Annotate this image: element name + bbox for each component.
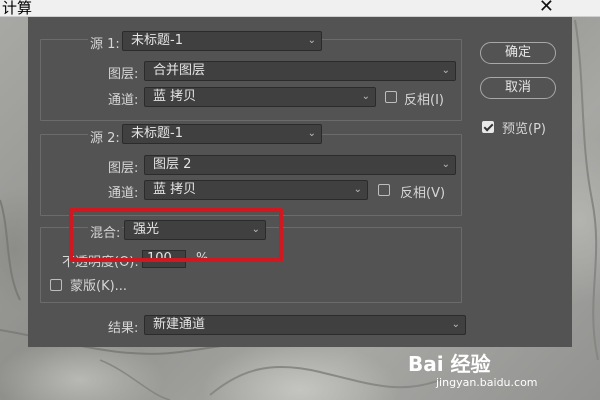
source1-channel-select[interactable]: 蓝 拷贝 ⌄ [144,87,376,107]
window-title: 计算 [2,0,33,17]
chevron-down-icon: ⌄ [441,65,450,76]
mask-checkbox[interactable] [50,279,62,291]
source2-channel-value: 蓝 拷贝 [153,182,197,197]
source1-value: 未标题-1 [131,33,183,48]
chevron-down-icon: ⌄ [361,91,370,102]
watermark-url: jingyan.baidu.com [436,376,538,389]
calculations-dialog: 源 1: 未标题-1 ⌄ 图层: 合并图层 ⌄ 通道: 蓝 拷贝 ⌄ 反相(I)… [28,17,572,347]
window-titlebar: 计算 ✕ [0,0,600,17]
source2-invert-label: 反相(V) [400,186,446,201]
preview-label: 预览(P) [502,122,546,137]
watermark: Bai 经验 jingyan.baidu.com [408,348,578,394]
result-select[interactable]: 新建通道 ⌄ [144,315,466,335]
close-icon[interactable]: ✕ [539,0,554,17]
annotation-highlight-box [69,208,283,262]
chevron-down-icon: ⌄ [307,35,316,46]
source2-select[interactable]: 未标题-1 ⌄ [122,124,322,144]
ok-button[interactable]: 确定 [480,42,556,64]
source2-channel-label: 通道: [108,186,139,201]
source1-label: 源 1: [88,33,122,52]
source1-select[interactable]: 未标题-1 ⌄ [122,31,322,51]
source1-channel-value: 蓝 拷贝 [153,89,197,104]
source2-layer-label: 图层: [108,161,139,176]
chevron-down-icon: ⌄ [451,319,460,330]
chevron-down-icon: ⌄ [353,184,362,195]
source1-layer-select[interactable]: 合并图层 ⌄ [144,61,456,81]
source2-invert-checkbox[interactable] [378,184,390,196]
chevron-down-icon: ⌄ [307,128,316,139]
watermark-brand: Bai 经验 [408,352,491,376]
chevron-down-icon: ⌄ [441,159,450,170]
source1-invert-label: 反相(I) [404,93,444,108]
source1-channel-label: 通道: [108,93,139,108]
source2-channel-select[interactable]: 蓝 拷贝 ⌄ [144,180,368,200]
result-value: 新建通道 [153,317,206,332]
source2-layer-select[interactable]: 图层 2 ⌄ [144,155,456,175]
source2-layer-value: 图层 2 [153,157,192,172]
cancel-button[interactable]: 取消 [480,77,556,99]
source2-label: 源 2: [88,127,122,146]
source1-invert-checkbox[interactable] [385,91,397,103]
preview-checkbox[interactable] [482,121,494,133]
mask-label: 蒙版(K)... [70,279,128,294]
result-label: 结果: [108,321,139,336]
source2-group [40,134,462,216]
source1-layer-label: 图层: [108,67,139,82]
source2-value: 未标题-1 [131,126,183,141]
source1-layer-value: 合并图层 [153,63,206,78]
